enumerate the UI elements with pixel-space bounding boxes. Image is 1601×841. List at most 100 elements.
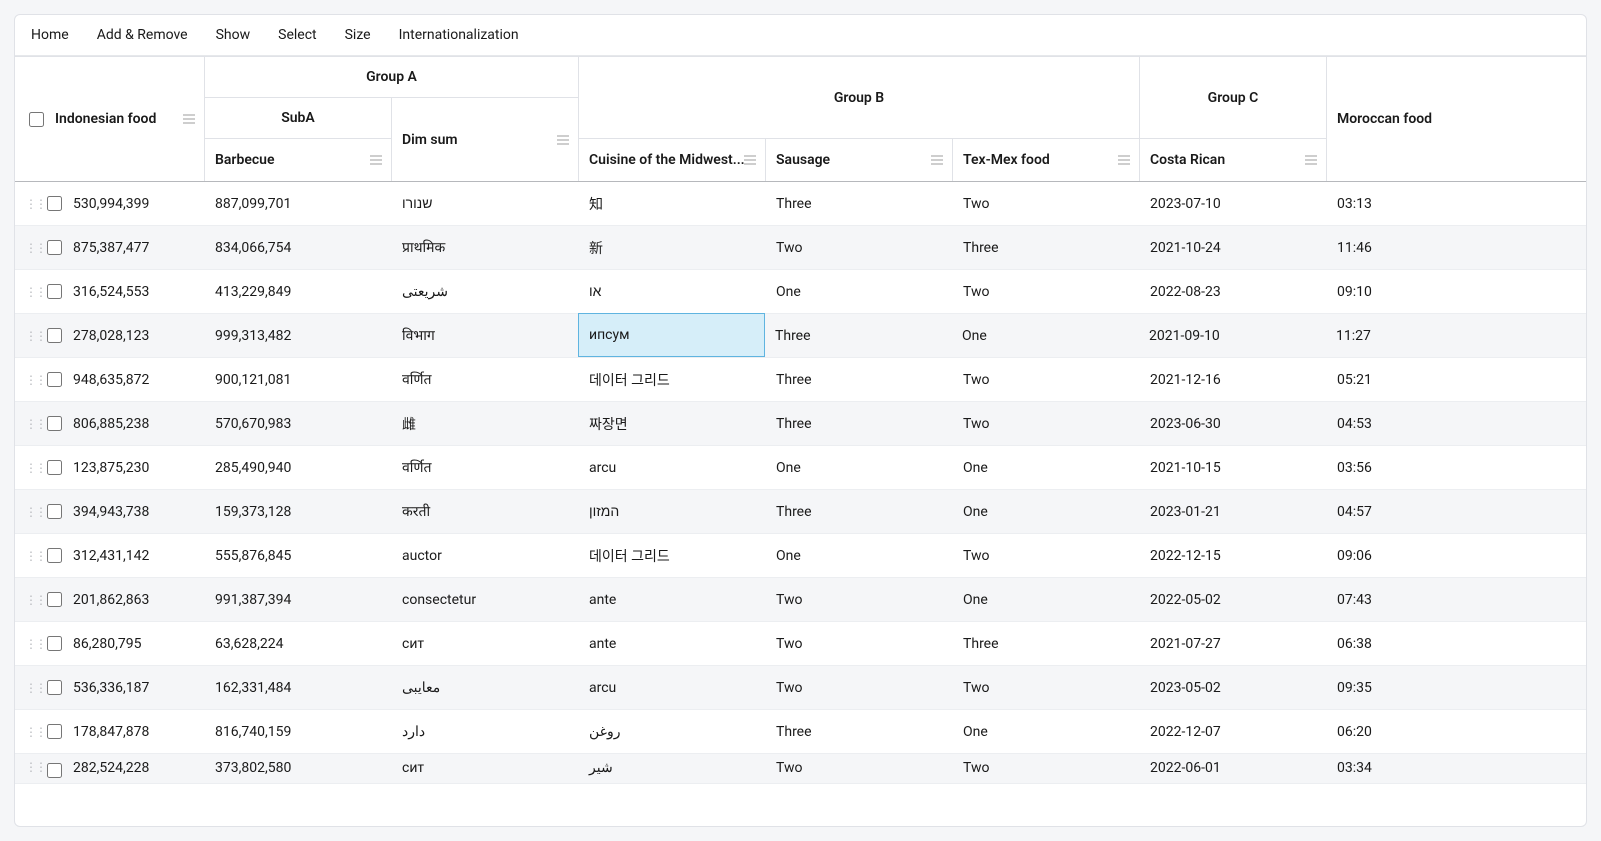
drag-handle-icon[interactable]: ⋮⋮ xyxy=(25,760,35,774)
drag-handle-icon[interactable]: ⋮⋮ xyxy=(25,241,35,255)
table-cell[interactable]: 999,313,482 xyxy=(205,314,392,357)
table-cell[interactable]: 05:21 xyxy=(1327,358,1586,401)
menu-size[interactable]: Size xyxy=(345,27,371,43)
table-cell[interactable]: 2022-08-23 xyxy=(1140,270,1327,313)
table-cell[interactable]: сит xyxy=(392,622,579,665)
table-cell[interactable]: 03:34 xyxy=(1327,754,1586,783)
table-row[interactable]: ⋮⋮312,431,142555,876,845auctor데이터 그리드One… xyxy=(15,534,1586,578)
table-cell[interactable]: arcu xyxy=(579,446,766,489)
table-cell[interactable]: 2022-06-01 xyxy=(1140,754,1327,783)
drag-handle-icon[interactable]: ⋮⋮ xyxy=(25,285,35,299)
row-checkbox[interactable] xyxy=(47,763,62,778)
table-cell[interactable]: ⋮⋮948,635,872 xyxy=(15,358,205,401)
table-cell[interactable]: 11:27 xyxy=(1326,314,1586,357)
table-cell[interactable]: 834,066,754 xyxy=(205,226,392,269)
table-cell[interactable]: 짜장면 xyxy=(579,402,766,445)
table-cell[interactable]: करती xyxy=(392,490,579,533)
row-checkbox[interactable] xyxy=(47,460,62,475)
drag-handle-icon[interactable]: ⋮⋮ xyxy=(25,417,35,431)
table-row[interactable]: ⋮⋮530,994,399887,099,701שנורו知ThreeTwo20… xyxy=(15,182,1586,226)
table-cell[interactable]: Three xyxy=(953,622,1140,665)
table-cell[interactable]: One xyxy=(766,270,953,313)
table-cell[interactable]: 知 xyxy=(579,182,766,225)
table-cell[interactable]: 2022-12-15 xyxy=(1140,534,1327,577)
table-cell[interactable]: 413,229,849 xyxy=(205,270,392,313)
table-cell[interactable]: Three xyxy=(766,182,953,225)
column-menu-icon[interactable] xyxy=(743,154,757,166)
column-menu-icon[interactable] xyxy=(182,113,196,125)
drag-handle-icon[interactable]: ⋮⋮ xyxy=(25,637,35,651)
table-cell[interactable]: 816,740,159 xyxy=(205,710,392,753)
column-header-dim-sum[interactable]: Dim sum xyxy=(392,98,579,181)
table-row[interactable]: ⋮⋮948,635,872900,121,081वर्णित데이터 그리드Thr… xyxy=(15,358,1586,402)
column-menu-icon[interactable] xyxy=(930,154,944,166)
table-cell[interactable]: Three xyxy=(766,358,953,401)
column-group-c[interactable]: Group C xyxy=(1140,57,1327,139)
table-cell[interactable]: 887,099,701 xyxy=(205,182,392,225)
table-cell[interactable]: Three xyxy=(765,314,952,357)
row-checkbox[interactable] xyxy=(47,328,62,343)
table-cell[interactable]: Two xyxy=(953,666,1140,709)
table-cell[interactable]: 63,628,224 xyxy=(205,622,392,665)
table-cell[interactable]: ⋮⋮806,885,238 xyxy=(15,402,205,445)
table-cell[interactable]: شریعتی xyxy=(392,270,579,313)
table-cell[interactable]: विभाग xyxy=(392,314,579,357)
drag-handle-icon[interactable]: ⋮⋮ xyxy=(25,505,35,519)
table-cell[interactable]: 新 xyxy=(579,226,766,269)
row-checkbox[interactable] xyxy=(47,240,62,255)
table-row[interactable]: ⋮⋮536,336,187162,331,484معایبیarcuTwoTwo… xyxy=(15,666,1586,710)
table-cell[interactable]: ⋮⋮282,524,228 xyxy=(15,754,205,783)
column-menu-icon[interactable] xyxy=(556,134,570,146)
table-cell[interactable]: प्राथमिक xyxy=(392,226,579,269)
drag-handle-icon[interactable]: ⋮⋮ xyxy=(25,681,35,695)
row-checkbox[interactable] xyxy=(47,636,62,651)
table-cell[interactable]: Two xyxy=(953,402,1140,445)
column-group-suba[interactable]: SubA xyxy=(205,98,392,139)
table-cell[interactable]: One xyxy=(953,710,1140,753)
table-cell[interactable]: 2023-06-30 xyxy=(1140,402,1327,445)
table-cell[interactable]: Three xyxy=(766,710,953,753)
table-cell[interactable]: Three xyxy=(766,402,953,445)
column-header-sausage[interactable]: Sausage xyxy=(766,139,953,181)
table-cell[interactable]: ⋮⋮312,431,142 xyxy=(15,534,205,577)
menu-add-remove[interactable]: Add & Remove xyxy=(97,27,188,43)
table-cell[interactable]: Two xyxy=(953,754,1140,783)
table-cell[interactable]: arcu xyxy=(579,666,766,709)
table-row[interactable]: ⋮⋮278,028,123999,313,482विभागипсумThreeO… xyxy=(15,314,1586,358)
drag-handle-icon[interactable]: ⋮⋮ xyxy=(25,461,35,475)
table-cell[interactable]: ante xyxy=(579,578,766,621)
column-header-texmex[interactable]: Tex-Mex food xyxy=(953,139,1140,181)
select-all-checkbox[interactable] xyxy=(29,112,44,127)
table-cell[interactable]: 데이터 그리드 xyxy=(579,534,766,577)
row-checkbox[interactable] xyxy=(47,680,62,695)
table-cell[interactable]: Two xyxy=(766,578,953,621)
table-cell[interactable]: معایبی xyxy=(392,666,579,709)
table-cell[interactable]: شیر xyxy=(579,754,766,783)
table-cell[interactable]: Two xyxy=(766,666,953,709)
table-cell[interactable]: 03:56 xyxy=(1327,446,1586,489)
table-cell[interactable]: 03:13 xyxy=(1327,182,1586,225)
row-checkbox[interactable] xyxy=(47,548,62,563)
table-cell[interactable]: ⋮⋮875,387,477 xyxy=(15,226,205,269)
row-checkbox[interactable] xyxy=(47,592,62,607)
drag-handle-icon[interactable]: ⋮⋮ xyxy=(25,197,35,211)
table-cell[interactable]: 900,121,081 xyxy=(205,358,392,401)
table-cell[interactable]: 555,876,845 xyxy=(205,534,392,577)
table-row[interactable]: ⋮⋮178,847,878816,740,159داردروغنThreeOne… xyxy=(15,710,1586,754)
column-group-b[interactable]: Group B xyxy=(579,57,1140,139)
drag-handle-icon[interactable]: ⋮⋮ xyxy=(25,593,35,607)
table-cell[interactable]: 雌 xyxy=(392,402,579,445)
table-cell[interactable]: One xyxy=(766,446,953,489)
table-cell[interactable]: 2022-05-02 xyxy=(1140,578,1327,621)
table-cell[interactable]: Two xyxy=(953,182,1140,225)
table-cell[interactable]: ⋮⋮123,875,230 xyxy=(15,446,205,489)
table-cell[interactable]: Three xyxy=(766,490,953,533)
row-checkbox[interactable] xyxy=(47,504,62,519)
table-row[interactable]: ⋮⋮316,524,553413,229,849شریعتیאוOneTwo20… xyxy=(15,270,1586,314)
table-cell[interactable]: 09:06 xyxy=(1327,534,1586,577)
table-row[interactable]: ⋮⋮394,943,738159,373,128करतीהמזוןThreeOn… xyxy=(15,490,1586,534)
table-cell[interactable]: 285,490,940 xyxy=(205,446,392,489)
table-cell[interactable]: 2021-12-16 xyxy=(1140,358,1327,401)
table-cell[interactable]: वर्णित xyxy=(392,358,579,401)
table-cell[interactable]: 159,373,128 xyxy=(205,490,392,533)
